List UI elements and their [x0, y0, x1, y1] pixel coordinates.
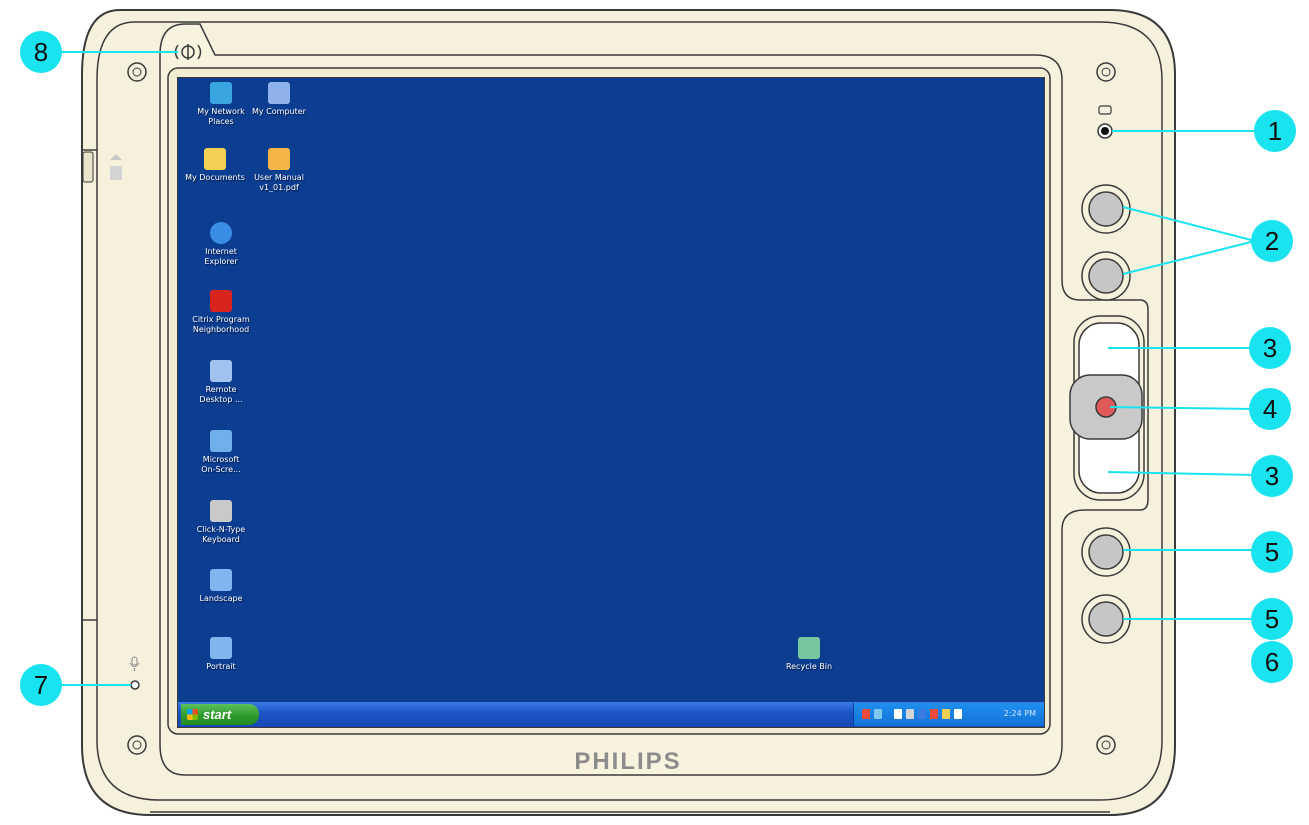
callout-5b: 5 — [1251, 598, 1293, 640]
icon-label: User Manual — [254, 173, 304, 182]
desktop-icon-my-documents[interactable]: My Documents — [178, 148, 252, 183]
icon-label: Desktop ... — [199, 395, 243, 404]
callout-5a: 5 — [1251, 531, 1293, 573]
power-indicator-dot — [1101, 127, 1109, 135]
tray-icon[interactable] — [862, 709, 870, 719]
on-screen-keyboard-icon — [210, 430, 232, 452]
recycle-bin-icon — [798, 637, 820, 659]
tray-icon[interactable] — [954, 709, 962, 719]
windows-flag-icon — [187, 709, 198, 720]
desktop-icon-my-computer[interactable]: My Computer — [242, 82, 316, 117]
hardware-button-5a[interactable] — [1081, 527, 1131, 577]
tray-icon[interactable] — [874, 709, 882, 719]
tray-icon[interactable] — [918, 709, 926, 719]
tray-icon[interactable] — [906, 709, 914, 719]
desktop-icon-user-manual[interactable]: User Manual v1_01.pdf — [242, 148, 316, 193]
icon-label: My Network — [197, 107, 245, 116]
my-documents-icon — [204, 148, 226, 170]
hardware-button-lower[interactable] — [1081, 251, 1131, 301]
citrix-icon — [210, 290, 232, 312]
icon-label: v1_01.pdf — [259, 183, 299, 192]
callout-7: 7 — [20, 664, 62, 706]
network-places-icon — [210, 82, 232, 104]
portrait-icon — [210, 637, 232, 659]
callout-3-down: 3 — [1251, 455, 1293, 497]
icon-label: Places — [208, 117, 234, 126]
callout-2: 2 — [1251, 220, 1293, 262]
brand-logo: PHILIPS — [574, 748, 682, 775]
hardware-button-upper[interactable] — [1081, 184, 1131, 234]
icon-label: Citrix Program — [192, 315, 250, 324]
my-computer-icon — [268, 82, 290, 104]
microphone-hole — [130, 680, 140, 690]
desktop-icon-recycle-bin[interactable]: Recycle Bin — [772, 637, 846, 672]
tray-icon[interactable] — [894, 709, 902, 719]
card-slot-icon — [110, 166, 122, 180]
taskbar: start 2:24 PM — [178, 702, 1044, 727]
icon-label: Remote — [205, 385, 237, 394]
icon-label: Keyboard — [202, 535, 240, 544]
internet-explorer-icon — [210, 222, 232, 244]
icon-label: Microsoft — [202, 455, 240, 464]
desktop-screen: My Network Places My Computer My Documen… — [177, 77, 1045, 728]
desktop-icon-click-n-type[interactable]: Click-N-Type Keyboard — [184, 500, 258, 545]
scroll-down-button[interactable] — [1079, 433, 1139, 493]
icon-label: Explorer — [204, 257, 238, 266]
system-tray: 2:24 PM — [853, 703, 1044, 726]
hardware-button-5b[interactable] — [1081, 594, 1131, 644]
icon-label: Landscape — [199, 594, 243, 603]
start-button[interactable]: start — [181, 704, 259, 725]
start-label: start — [203, 707, 232, 722]
callout-1: 1 — [1254, 110, 1296, 152]
tray-clock[interactable]: 2:24 PM — [1004, 709, 1036, 718]
icon-label: On-Scre... — [201, 465, 241, 474]
tablet-diagram: My Network Places My Computer My Documen… — [0, 0, 1309, 825]
scroll-up-button[interactable] — [1079, 323, 1139, 383]
icon-label: My Documents — [185, 173, 245, 182]
callout-4: 4 — [1249, 388, 1291, 430]
icon-label: Portrait — [206, 662, 236, 671]
remote-desktop-icon — [210, 360, 232, 382]
icon-label: Click-N-Type — [196, 525, 246, 534]
icon-label: Internet — [205, 247, 237, 256]
icon-label: My Computer — [252, 107, 306, 116]
desktop-icon-internet-explorer[interactable]: Internet Explorer — [184, 222, 258, 267]
callout-6: 6 — [1251, 641, 1293, 683]
click-n-type-icon — [210, 500, 232, 522]
pdf-document-icon — [268, 148, 290, 170]
tray-icon[interactable] — [942, 709, 950, 719]
stylus-clip — [82, 151, 94, 183]
desktop-icon-on-screen-keyboard[interactable]: Microsoft On-Scre... — [184, 430, 258, 475]
tray-icon[interactable] — [930, 709, 938, 719]
landscape-icon — [210, 569, 232, 591]
icon-label: Neighborhood — [192, 325, 250, 334]
desktop-icon-portrait[interactable]: Portrait — [184, 637, 258, 672]
desktop-icon-remote-desktop[interactable]: Remote Desktop ... — [184, 360, 258, 405]
desktop-icon-landscape[interactable]: Landscape — [184, 569, 258, 604]
callout-3-up: 3 — [1249, 327, 1291, 369]
icon-label: Recycle Bin — [785, 662, 833, 671]
callout-8: 8 — [20, 31, 62, 73]
desktop-icon-citrix[interactable]: Citrix Program Neighborhood — [184, 290, 258, 335]
